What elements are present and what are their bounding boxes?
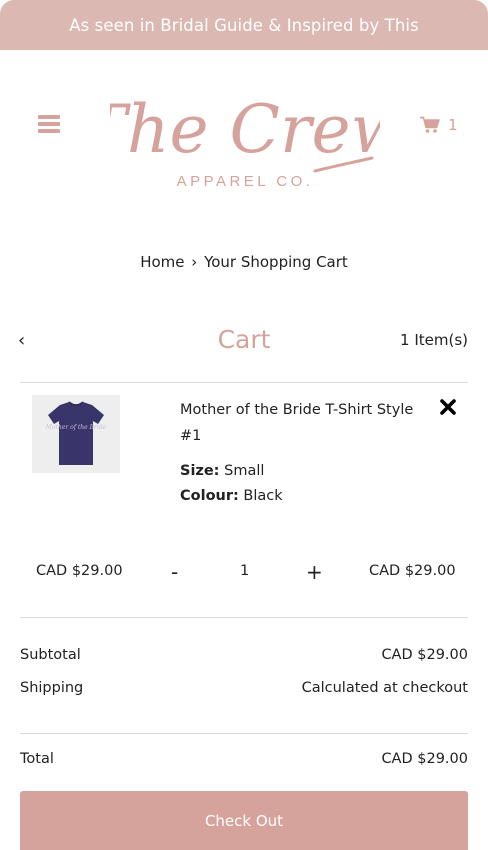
shopping-cart-icon <box>420 116 440 133</box>
hamburger-menu-icon <box>38 115 60 119</box>
subtotal-value: CAD $29.00 <box>381 647 468 663</box>
variant-colour: Colour: Black <box>180 488 283 504</box>
colour-label: Colour: <box>180 488 239 504</box>
divider <box>20 617 468 618</box>
breadcrumb: Home › Your Shopping Cart <box>0 253 488 271</box>
size-label: Size: <box>180 463 220 479</box>
announcement-text: As seen in Bridal Guide & Inspired by Th… <box>69 15 419 35</box>
subtotal-label: Subtotal <box>20 647 81 663</box>
variant-size: Size: Small <box>180 463 264 479</box>
cart-item-count: 1 Item(s) <box>400 331 468 349</box>
header-cart-link[interactable]: 1 <box>420 112 466 138</box>
quantity-decrease-button[interactable]: - <box>171 560 178 584</box>
menu-button[interactable] <box>38 113 62 135</box>
unit-price: CAD $29.00 <box>36 563 123 579</box>
divider <box>20 733 468 734</box>
line-total: CAD $29.00 <box>369 563 456 579</box>
total-value: CAD $29.00 <box>381 751 468 767</box>
tshirt-image: Mother of the Bride <box>45 401 107 465</box>
checkout-button[interactable]: Check Out <box>20 791 468 850</box>
cart-count-badge: 1 <box>448 116 458 134</box>
breadcrumb-home-link[interactable]: Home <box>140 253 184 271</box>
checkout-button-label: Check Out <box>204 812 284 830</box>
breadcrumb-current: Your Shopping Cart <box>204 253 348 271</box>
total-label: Total <box>20 751 54 767</box>
remove-item-close-icon[interactable] <box>439 397 457 417</box>
breadcrumb-separator: › <box>191 253 198 271</box>
brand-logo[interactable]: The Crew APPAREL CO. <box>110 56 380 196</box>
size-value: Small <box>224 463 265 479</box>
product-name-link[interactable]: Mother of the Bride T-Shirt Style #1 <box>180 397 430 449</box>
product-image[interactable]: Mother of the Bride <box>32 395 120 473</box>
shipping-label: Shipping <box>20 680 84 696</box>
divider <box>20 382 468 383</box>
logo-wordmark: The Crew <box>110 91 380 168</box>
colour-value: Black <box>243 488 283 504</box>
quantity-value[interactable]: 1 <box>240 563 249 579</box>
logo-subtitle: APPAREL CO. <box>177 173 314 190</box>
announcement-bar[interactable]: As seen in Bridal Guide & Inspired by Th… <box>0 0 488 50</box>
quantity-increase-button[interactable]: + <box>306 560 323 584</box>
shipping-value: Calculated at checkout <box>301 680 468 696</box>
shirt-print-text: Mother of the Bride <box>45 424 107 431</box>
